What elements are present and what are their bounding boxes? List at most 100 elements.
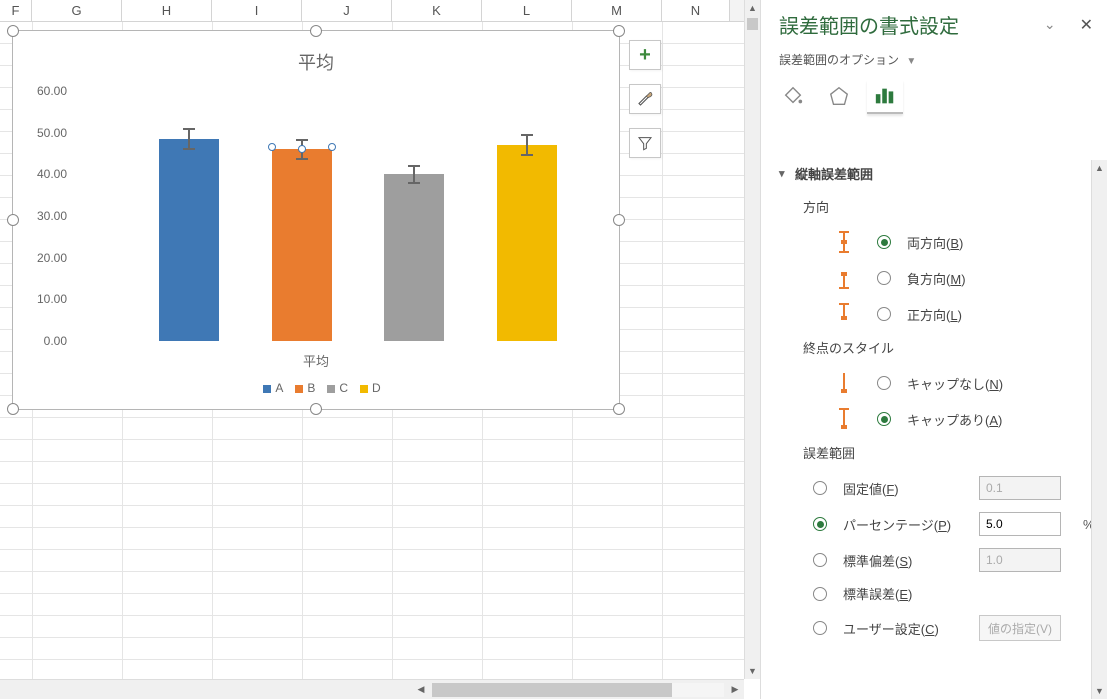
bar-series[interactable] (272, 149, 332, 341)
radio-control[interactable] (813, 621, 827, 635)
series-selection-handle[interactable] (328, 143, 336, 151)
col-header-F[interactable]: F (0, 0, 32, 21)
radio-control[interactable] (877, 412, 891, 426)
paint-bucket-icon (782, 85, 804, 107)
y-axis-tick: 10.00 (27, 292, 67, 306)
radio-label: 負方向(M) (907, 269, 1077, 288)
legend-label[interactable]: D (372, 381, 381, 395)
scroll-up-icon[interactable]: ▲ (745, 0, 760, 16)
col-header-M[interactable]: M (572, 0, 662, 21)
radio-label: ユーザー設定(C) (843, 619, 963, 638)
col-header-J[interactable]: J (302, 0, 392, 21)
format-error-bars-pane: 誤差範囲の書式設定 ⌄ ✕ 誤差範囲のオプション ▼ (760, 0, 1107, 699)
series-selection-handle[interactable] (268, 143, 276, 151)
category-axis-title[interactable]: 平均 (13, 351, 619, 370)
radio-label: キャップあり(A) (907, 410, 1077, 429)
col-header-G[interactable]: G (32, 0, 122, 21)
radio-direction-B[interactable]: 両方向(B) (779, 224, 1077, 260)
radio-amount-C[interactable]: ユーザー設定(C) 値の指定(V) (779, 609, 1077, 647)
tab-effects[interactable] (821, 80, 857, 114)
legend-swatch (263, 385, 271, 393)
chart-object[interactable]: 平均 0.0010.0020.0030.0040.0050.0060.00 平均… (12, 30, 620, 410)
amount-input-F (979, 476, 1061, 500)
radio-direction-L[interactable]: 正方向(L) (779, 296, 1077, 332)
col-header-L[interactable]: L (482, 0, 572, 21)
series-selection-handle[interactable] (298, 145, 306, 153)
radio-endstyle-A[interactable]: キャップあり(A) (779, 401, 1077, 437)
pane-vertical-scrollbar[interactable]: ▲ ▼ (1091, 160, 1107, 699)
bar-series[interactable] (384, 174, 444, 341)
column-headers: F G H I J K L M N (0, 0, 744, 22)
tab-error-bar-options[interactable] (867, 80, 903, 114)
resize-handle[interactable] (613, 25, 625, 37)
error-bar[interactable] (526, 135, 528, 155)
col-header-H[interactable]: H (122, 0, 212, 21)
legend-label[interactable]: C (339, 381, 348, 395)
scroll-up-icon[interactable]: ▲ (1092, 160, 1107, 176)
scroll-right-icon[interactable]: ▶ (726, 681, 744, 699)
radio-amount-F[interactable]: 固定値(F) (779, 470, 1077, 506)
y-axis-tick: 60.00 (27, 84, 67, 98)
chart-filter-button[interactable] (629, 128, 661, 158)
plot-area[interactable]: 0.0010.0020.0030.0040.0050.0060.00 (73, 91, 583, 341)
chevron-down-icon[interactable]: ⌄ (1044, 16, 1056, 33)
radio-control[interactable] (877, 271, 891, 285)
col-header-K[interactable]: K (392, 0, 482, 21)
dropdown-caret-icon: ▼ (906, 56, 916, 67)
endstyle-icon (838, 407, 850, 431)
radio-control[interactable] (877, 235, 891, 249)
resize-handle[interactable] (310, 25, 322, 37)
chart-add-element-button[interactable]: + (629, 40, 661, 70)
pane-subtitle-dropdown[interactable]: 誤差範囲のオプション ▼ (761, 43, 1107, 72)
legend-label[interactable]: A (275, 381, 283, 395)
scroll-down-icon[interactable]: ▼ (1092, 683, 1107, 699)
resize-handle[interactable] (613, 214, 625, 226)
resize-handle[interactable] (7, 403, 19, 415)
error-bar[interactable] (188, 129, 190, 149)
radio-control[interactable] (877, 376, 891, 390)
radio-label: 標準偏差(S) (843, 551, 963, 570)
chart-title[interactable]: 平均 (13, 49, 619, 75)
resize-handle[interactable] (613, 403, 625, 415)
scroll-track[interactable] (432, 683, 724, 697)
radio-amount-E[interactable]: 標準誤差(E) (779, 578, 1077, 609)
radio-endstyle-N[interactable]: キャップなし(N) (779, 365, 1077, 401)
radio-control[interactable] (813, 517, 827, 531)
radio-control[interactable] (813, 481, 827, 495)
error-cap (296, 158, 308, 160)
bar-series[interactable] (497, 145, 557, 341)
scroll-thumb[interactable] (747, 18, 758, 30)
error-bar[interactable] (413, 166, 415, 183)
close-pane-button[interactable]: ✕ (1080, 15, 1093, 35)
endstyle-label: 終点のスタイル (779, 332, 1077, 365)
scroll-down-icon[interactable]: ▼ (745, 663, 760, 679)
tab-fill-line[interactable] (775, 80, 811, 114)
radio-control[interactable] (813, 553, 827, 567)
chart-styles-button[interactable] (629, 84, 661, 114)
resize-handle[interactable] (7, 214, 19, 226)
sheet-horizontal-scrollbar[interactable]: ◀ ▶ (0, 679, 744, 699)
amount-input-P[interactable] (979, 512, 1061, 536)
pentagon-icon (828, 85, 850, 107)
radio-amount-P[interactable]: パーセンテージ(P) % (779, 506, 1077, 542)
radio-control[interactable] (877, 307, 891, 321)
col-header-N[interactable]: N (662, 0, 730, 21)
radio-label: 正方向(L) (907, 305, 1077, 324)
scroll-left-icon[interactable]: ◀ (412, 681, 430, 699)
bar-series[interactable] (159, 139, 219, 341)
resize-handle[interactable] (7, 25, 19, 37)
specify-value-button[interactable]: 値の指定(V) (979, 615, 1061, 641)
col-header-I[interactable]: I (212, 0, 302, 21)
scroll-thumb[interactable] (432, 683, 672, 697)
direction-label: 方向 (779, 191, 1077, 224)
radio-control[interactable] (813, 587, 827, 601)
section-vertical-error-bar[interactable]: ▾ 縦軸誤差範囲 (779, 160, 1077, 191)
chart-legend[interactable]: A B C D (13, 381, 619, 395)
radio-direction-M[interactable]: 負方向(M) (779, 260, 1077, 296)
radio-amount-S[interactable]: 標準偏差(S) (779, 542, 1077, 578)
sheet-vertical-scrollbar[interactable]: ▲ ▼ (744, 0, 760, 679)
resize-handle[interactable] (310, 403, 322, 415)
brush-icon (636, 90, 654, 108)
error-cap (521, 134, 533, 136)
legend-label[interactable]: B (307, 381, 315, 395)
